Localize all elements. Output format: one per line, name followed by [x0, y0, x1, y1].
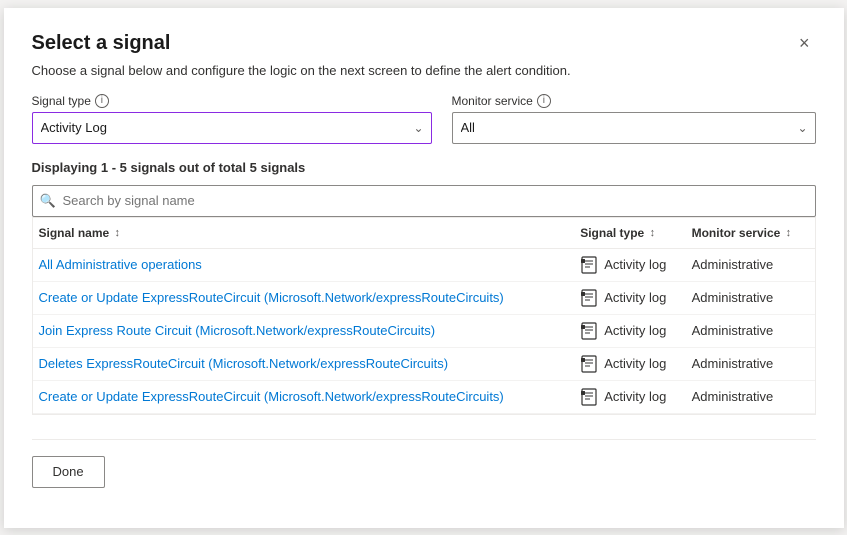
signal-type-label: Signal type i: [32, 94, 432, 108]
signal-type-text: Activity log: [604, 389, 666, 404]
modal-title: Select a signal: [32, 32, 171, 55]
signals-table-wrapper: Signal name ↕ Signal type ↕ Monitor serv…: [32, 217, 816, 415]
monitor-service-select[interactable]: All Administrative Autoscale Policy: [452, 112, 816, 144]
col-signal-name: Signal name ↕: [33, 218, 575, 249]
col-signal-type: Signal type ↕: [574, 218, 685, 249]
signal-type-cell: Activity log: [574, 314, 685, 347]
signal-name-link[interactable]: Deletes ExpressRouteCircuit (Microsoft.N…: [39, 356, 449, 371]
table-header: Signal name ↕ Signal type ↕ Monitor serv…: [33, 218, 815, 249]
displaying-count: Displaying 1 - 5 signals out of total 5 …: [32, 160, 816, 175]
table-row[interactable]: Create or Update ExpressRouteCircuit (Mi…: [33, 281, 815, 314]
monitor-service-select-wrapper: All Administrative Autoscale Policy ⌄: [452, 112, 816, 144]
signal-type-cell: Activity log: [574, 281, 685, 314]
close-button[interactable]: ×: [793, 32, 816, 54]
signal-name-cell: Create or Update ExpressRouteCircuit (Mi…: [33, 380, 575, 413]
signals-table: Signal name ↕ Signal type ↕ Monitor serv…: [33, 218, 815, 414]
activity-log-icon: [580, 388, 598, 406]
table-row[interactable]: Create or Update ExpressRouteCircuit (Mi…: [33, 380, 815, 413]
signal-type-cell: Activity log: [574, 248, 685, 281]
signal-type-select[interactable]: Activity Log Metric Log: [32, 112, 432, 144]
signal-type-cell: Activity log: [574, 347, 685, 380]
signal-type-info-icon[interactable]: i: [95, 94, 109, 108]
table-body: All Administrative operations Activity l…: [33, 248, 815, 413]
col-monitor-service: Monitor service ↕: [686, 218, 815, 249]
table-row[interactable]: Join Express Route Circuit (Microsoft.Ne…: [33, 314, 815, 347]
signal-type-text: Activity log: [604, 290, 666, 305]
signal-type-text: Activity log: [604, 257, 666, 272]
signal-name-link[interactable]: Create or Update ExpressRouteCircuit (Mi…: [39, 290, 504, 305]
monitor-service-info-icon[interactable]: i: [537, 94, 551, 108]
table-row[interactable]: Deletes ExpressRouteCircuit (Microsoft.N…: [33, 347, 815, 380]
monitor-service-group: Monitor service i All Administrative Aut…: [452, 94, 816, 144]
table-row[interactable]: All Administrative operations Activity l…: [33, 248, 815, 281]
signal-type-select-wrapper: Activity Log Metric Log ⌄: [32, 112, 432, 144]
search-wrapper: 🔍: [32, 185, 816, 217]
monitor-service-cell: Administrative: [686, 281, 815, 314]
signal-type-cell: Activity log: [574, 380, 685, 413]
activity-log-icon: [580, 289, 598, 307]
signal-name-cell: Create or Update ExpressRouteCircuit (Mi…: [33, 281, 575, 314]
signal-name-cell: Join Express Route Circuit (Microsoft.Ne…: [33, 314, 575, 347]
modal-header: Select a signal ×: [32, 32, 816, 55]
sort-signal-type-button[interactable]: ↕: [648, 227, 658, 239]
signal-name-link[interactable]: All Administrative operations: [39, 257, 202, 272]
select-signal-modal: Select a signal × Choose a signal below …: [4, 8, 844, 528]
monitor-service-label: Monitor service i: [452, 94, 816, 108]
signal-name-cell: All Administrative operations: [33, 248, 575, 281]
activity-log-icon: [580, 256, 598, 274]
modal-subtitle: Choose a signal below and configure the …: [32, 63, 816, 78]
signal-name-link[interactable]: Create or Update ExpressRouteCircuit (Mi…: [39, 389, 504, 404]
search-input[interactable]: [32, 185, 816, 217]
signal-type-text: Activity log: [604, 356, 666, 371]
signal-type-text: Activity log: [604, 323, 666, 338]
signal-name-link[interactable]: Join Express Route Circuit (Microsoft.Ne…: [39, 323, 436, 338]
done-button[interactable]: Done: [32, 456, 105, 488]
monitor-service-cell: Administrative: [686, 380, 815, 413]
modal-footer: Done: [32, 439, 816, 488]
form-row: Signal type i Activity Log Metric Log ⌄ …: [32, 94, 816, 144]
signal-name-cell: Deletes ExpressRouteCircuit (Microsoft.N…: [33, 347, 575, 380]
sort-signal-name-button[interactable]: ↕: [113, 227, 123, 239]
monitor-service-cell: Administrative: [686, 347, 815, 380]
activity-log-icon: [580, 322, 598, 340]
signal-type-group: Signal type i Activity Log Metric Log ⌄: [32, 94, 432, 144]
monitor-service-cell: Administrative: [686, 314, 815, 347]
sort-monitor-service-button[interactable]: ↕: [784, 227, 794, 239]
monitor-service-cell: Administrative: [686, 248, 815, 281]
activity-log-icon: [580, 355, 598, 373]
